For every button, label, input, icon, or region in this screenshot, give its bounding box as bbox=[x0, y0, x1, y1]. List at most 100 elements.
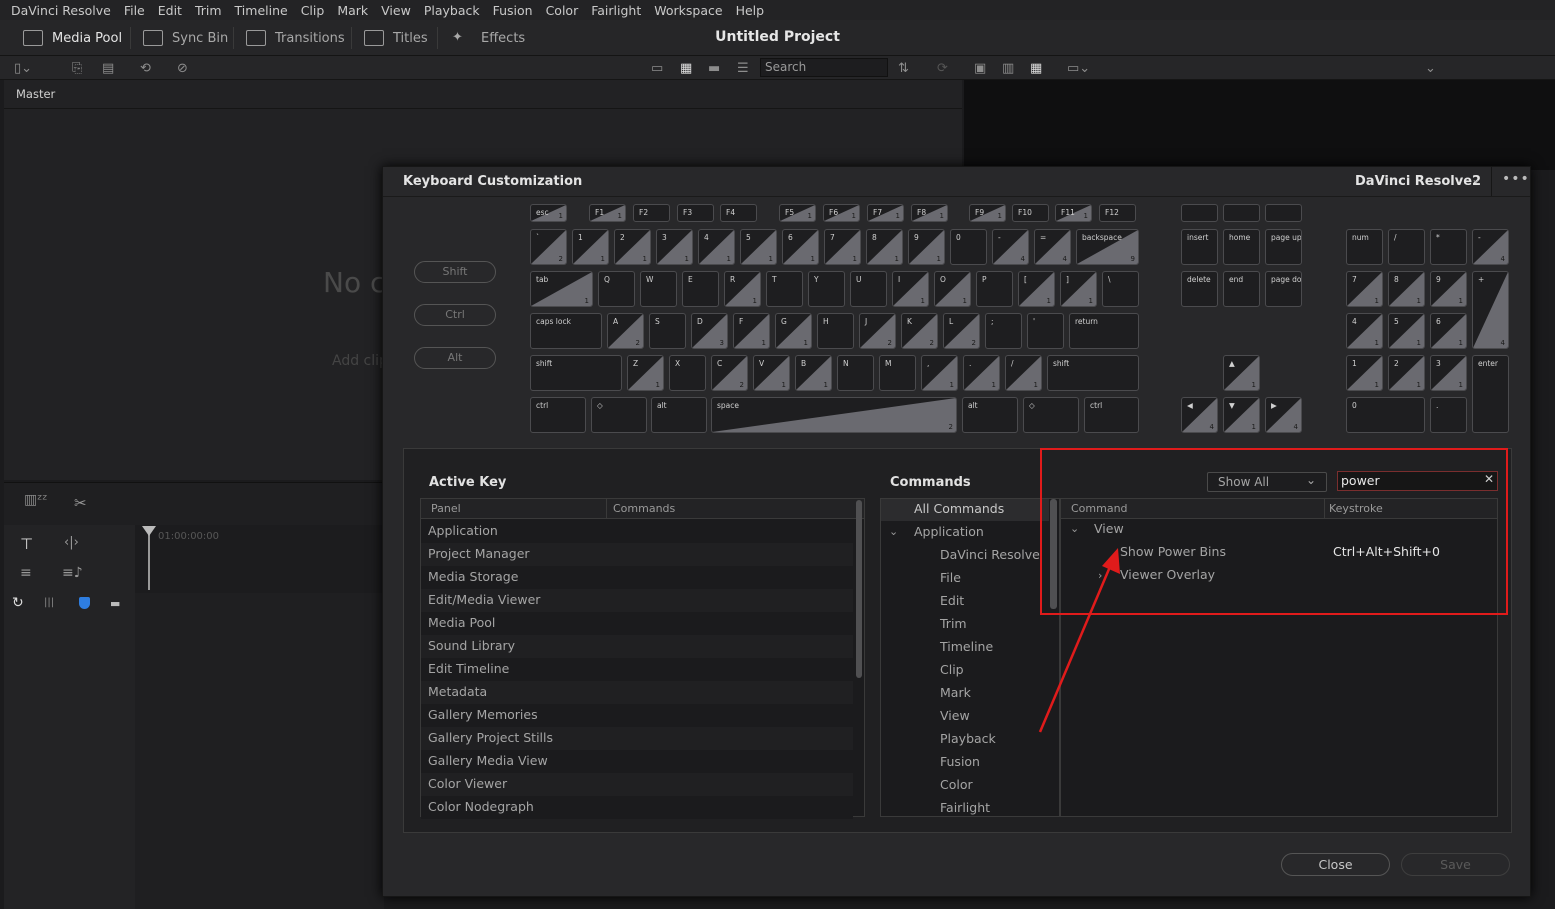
key[interactable]: ▶ 4 bbox=[1265, 397, 1302, 433]
key[interactable]: I1 bbox=[892, 271, 929, 307]
scissors-icon[interactable]: ✂ bbox=[74, 494, 87, 512]
column-header-commands[interactable]: Commands bbox=[613, 502, 675, 515]
insert-clip-icon[interactable]: ≡ bbox=[20, 565, 32, 581]
snooze-icon[interactable]: ▥ᶻᶻ bbox=[24, 492, 47, 508]
key[interactable]: page down bbox=[1265, 271, 1302, 307]
key[interactable] bbox=[1223, 204, 1260, 222]
key[interactable]: ◇ bbox=[1023, 397, 1079, 433]
key[interactable]: H bbox=[817, 313, 854, 349]
viewer-image-icon[interactable]: ▣ bbox=[974, 61, 986, 76]
panel-row[interactable]: Gallery Memories bbox=[421, 704, 853, 727]
panel-row[interactable]: Color Nodegraph bbox=[421, 796, 853, 819]
menu-item[interactable]: File bbox=[124, 3, 145, 18]
key[interactable]: L2 bbox=[943, 313, 980, 349]
master-bin-label[interactable]: Master bbox=[16, 87, 55, 101]
key[interactable]: F7 1 bbox=[867, 204, 904, 222]
viewer-film-icon[interactable]: ▥ bbox=[1002, 61, 1014, 76]
menu-item[interactable]: Help bbox=[736, 3, 765, 18]
key[interactable]: A2 bbox=[607, 313, 644, 349]
key[interactable]: J2 bbox=[859, 313, 896, 349]
menu-item[interactable]: Fairlight bbox=[591, 3, 641, 18]
menu-item[interactable]: Playback bbox=[424, 3, 480, 18]
modifier-ctrl-button[interactable]: Ctrl bbox=[414, 304, 496, 326]
key[interactable]: Y bbox=[808, 271, 845, 307]
key[interactable]: 61 bbox=[782, 229, 819, 265]
panel-row[interactable]: Gallery Media View bbox=[421, 750, 853, 773]
tree-item[interactable]: Playback bbox=[940, 731, 996, 754]
menu-item[interactable]: Color bbox=[546, 3, 579, 18]
key[interactable]: shift bbox=[530, 355, 622, 391]
key[interactable]: ` 2 bbox=[530, 229, 567, 265]
menu-item[interactable]: Clip bbox=[301, 3, 325, 18]
key[interactable]: = 4 bbox=[1034, 229, 1071, 265]
unlink-icon[interactable]: ⊘ bbox=[177, 61, 188, 76]
panel-row[interactable]: Media Pool bbox=[421, 612, 853, 635]
overwrite-clip-icon[interactable]: ≡♪ bbox=[62, 565, 83, 581]
key[interactable] bbox=[1265, 204, 1302, 222]
key[interactable]: 0 bbox=[1346, 397, 1425, 433]
menu-item[interactable]: DaVinci Resolve bbox=[11, 3, 111, 18]
key[interactable]: 51 bbox=[1388, 313, 1425, 349]
key[interactable]: F10 bbox=[1012, 204, 1049, 222]
tree-item[interactable]: Fairlight bbox=[940, 800, 990, 823]
key[interactable]: -4 bbox=[1472, 229, 1509, 265]
key[interactable]: 81 bbox=[1388, 271, 1425, 307]
tree-all-commands[interactable]: All Commands bbox=[914, 501, 1004, 524]
preset-dropdown[interactable]: DaVinci Resolve2 bbox=[1355, 174, 1481, 189]
key[interactable]: ctrl bbox=[530, 397, 586, 433]
tree-item[interactable]: View bbox=[940, 708, 970, 731]
key[interactable]: ▼ 1 bbox=[1223, 397, 1260, 433]
key[interactable]: 31 bbox=[1430, 355, 1467, 391]
panel-row[interactable]: Application bbox=[421, 520, 853, 543]
key[interactable]: enter bbox=[1472, 355, 1509, 433]
search-input[interactable]: Search bbox=[760, 58, 888, 77]
key[interactable]: D3 bbox=[691, 313, 728, 349]
modifier-shift-button[interactable]: Shift bbox=[414, 261, 496, 283]
key[interactable]: return bbox=[1069, 313, 1139, 349]
list-view-icon[interactable]: ☰ bbox=[737, 61, 749, 76]
key[interactable]: S bbox=[649, 313, 686, 349]
tree-item[interactable]: Edit bbox=[940, 593, 964, 616]
flag-icon[interactable] bbox=[79, 597, 90, 609]
key[interactable]: T bbox=[766, 271, 803, 307]
key[interactable]: 21 bbox=[1388, 355, 1425, 391]
key[interactable]: 41 bbox=[1346, 313, 1383, 349]
panel-row[interactable]: Project Manager bbox=[421, 543, 853, 566]
new-bin-icon[interactable]: ⎘ bbox=[72, 61, 82, 76]
key[interactable]: home bbox=[1223, 229, 1260, 265]
relink-icon[interactable]: ⟲ bbox=[140, 61, 151, 76]
key[interactable]: ◀ 4 bbox=[1181, 397, 1218, 433]
panel-row[interactable]: Gallery Project Stills bbox=[421, 727, 853, 750]
key[interactable]: Q bbox=[598, 271, 635, 307]
key[interactable]: G1 bbox=[775, 313, 812, 349]
key[interactable]: V1 bbox=[753, 355, 790, 391]
key[interactable]: page up bbox=[1265, 229, 1302, 265]
tree-item[interactable]: Trim bbox=[940, 616, 967, 639]
audio-wave-icon[interactable]: ||| bbox=[44, 597, 54, 608]
key[interactable]: end bbox=[1223, 271, 1260, 307]
key[interactable]: ◇ bbox=[591, 397, 647, 433]
key[interactable] bbox=[1181, 204, 1218, 222]
viewer-layout-icon[interactable]: ▦ bbox=[1030, 61, 1042, 76]
tree-item[interactable]: Clip bbox=[940, 662, 964, 685]
menu-item[interactable]: Timeline bbox=[235, 3, 288, 18]
key[interactable]: tab 1 bbox=[530, 271, 593, 307]
key[interactable]: num bbox=[1346, 229, 1383, 265]
key[interactable]: 11 bbox=[1346, 355, 1383, 391]
blade-edit-icon[interactable]: ‹|› bbox=[64, 535, 79, 550]
key[interactable]: K2 bbox=[901, 313, 938, 349]
key[interactable]: B1 bbox=[795, 355, 832, 391]
chevron-down-icon[interactable]: ⌄ bbox=[889, 525, 898, 538]
viewer-size-icon[interactable]: ▭⌄ bbox=[1067, 61, 1090, 76]
key[interactable]: F3 bbox=[677, 204, 714, 222]
scrollbar[interactable] bbox=[856, 500, 862, 678]
key[interactable]: E bbox=[682, 271, 719, 307]
menu-item[interactable]: Trim bbox=[195, 3, 222, 18]
key[interactable]: ] 1 bbox=[1060, 271, 1097, 307]
key[interactable]: P bbox=[976, 271, 1013, 307]
key[interactable]: Z1 bbox=[627, 355, 664, 391]
key[interactable]: N bbox=[837, 355, 874, 391]
chevron-down-icon[interactable]: ⌄ bbox=[1471, 172, 1481, 186]
modifier-alt-button[interactable]: Alt bbox=[414, 347, 496, 369]
key[interactable]: caps lock bbox=[530, 313, 602, 349]
